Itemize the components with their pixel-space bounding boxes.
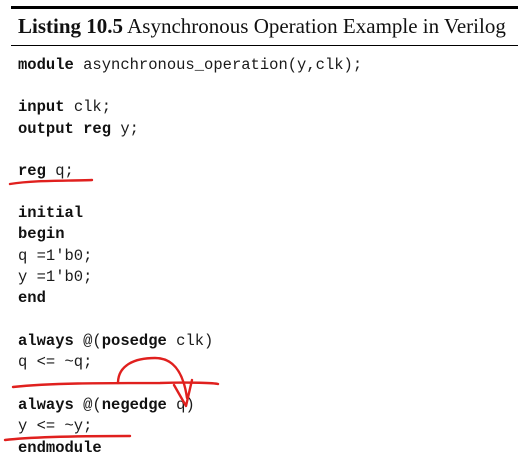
code-text: y =1'b0; xyxy=(18,268,93,286)
code-line-always-negedge: always @(negedge q) xyxy=(18,395,195,415)
keyword: reg xyxy=(18,162,46,180)
code-line-q-toggle: q <= ~q; xyxy=(18,352,92,372)
keyword: output reg xyxy=(18,120,112,138)
keyword: endmodule xyxy=(18,439,102,457)
code-line-endmodule: endmodule xyxy=(18,438,102,458)
code-text: @( xyxy=(73,396,102,414)
underline-q-toggle xyxy=(11,381,220,389)
code-line-y-toggle: y <= ~y; xyxy=(18,416,92,436)
code-line-module: module asynchronous_operation(y,clk); xyxy=(18,55,362,75)
code-text: q <= ~q; xyxy=(18,353,93,371)
code-line-input: input clk; xyxy=(18,97,111,117)
code-text: q; xyxy=(45,162,74,180)
code-text: q =1'b0; xyxy=(18,247,93,265)
keyword: input xyxy=(18,98,65,116)
code-line-y-init: y =1'b0; xyxy=(18,267,92,287)
code-line-end: end xyxy=(18,288,46,308)
code-line-reg: reg q; xyxy=(18,161,74,181)
listing-top-rule xyxy=(11,6,518,9)
listing-caption: Listing 10.5 Asynchronous Operation Exam… xyxy=(18,13,506,39)
listing-caption-rule xyxy=(11,45,518,46)
code-text: @( xyxy=(73,332,102,350)
code-text: clk; xyxy=(64,98,112,116)
code-line-always-posedge: always @(posedge clk) xyxy=(18,331,213,351)
code-text: y <= ~y; xyxy=(18,417,93,435)
keyword: begin xyxy=(18,225,65,243)
code-text: asynchronous_operation(y,clk); xyxy=(73,56,363,74)
keyword: posedge xyxy=(101,332,167,350)
keyword: negedge xyxy=(101,396,167,414)
curved-arrow xyxy=(116,356,189,400)
keyword: end xyxy=(18,289,46,307)
code-line-output: output reg y; xyxy=(18,119,139,139)
code-line-initial: initial xyxy=(18,203,83,223)
keyword: always xyxy=(18,332,74,350)
code-block: module asynchronous_operation(y,clk); in… xyxy=(18,0,362,457)
code-line-q-init: q =1'b0; xyxy=(18,246,92,266)
keyword: always xyxy=(18,396,74,414)
code-text: clk) xyxy=(166,332,214,350)
listing-caption-text: Asynchronous Operation Example in Verilo… xyxy=(123,14,506,38)
keyword: initial xyxy=(18,204,84,222)
code-text: q) xyxy=(166,396,195,414)
code-text: y; xyxy=(111,120,139,138)
keyword: module xyxy=(18,56,74,74)
code-line-begin: begin xyxy=(18,224,65,244)
